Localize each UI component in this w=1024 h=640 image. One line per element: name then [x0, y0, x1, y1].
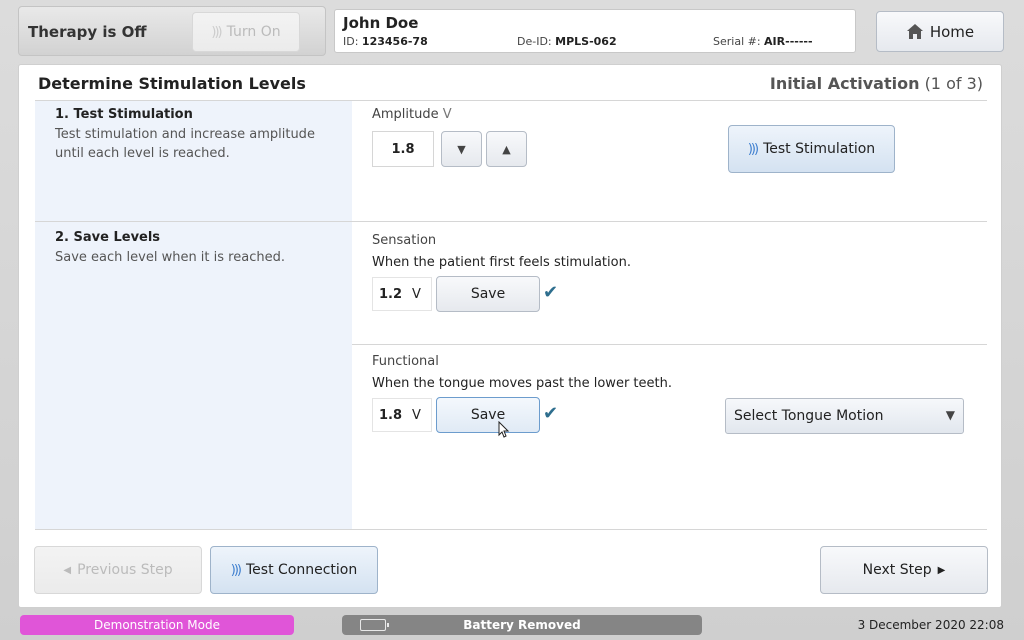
next-step-label: Next Step [862, 562, 932, 578]
stimulation-wave-icon: ))) [211, 24, 222, 40]
home-icon [906, 24, 923, 39]
step1-title: 1. Test Stimulation [55, 107, 193, 122]
caret-down-icon: ▼ [945, 408, 955, 422]
demonstration-mode-badge: Demonstration Mode [20, 615, 294, 635]
sensation-value: 1.2 [379, 286, 403, 302]
amplitude-label-text: Amplitude [372, 107, 439, 122]
test-stimulation-label: Test Stimulation [763, 141, 876, 157]
patient-id-value: 123456-78 [361, 35, 428, 48]
functional-label: Functional [372, 354, 439, 369]
mouse-pointer-icon [498, 421, 510, 438]
home-label: Home [929, 22, 975, 41]
patient-serial-label: Serial #: [713, 35, 761, 48]
demonstration-mode-text: Demonstration Mode [94, 618, 220, 632]
step2-title: 2. Save Levels [55, 230, 161, 245]
previous-step-button[interactable]: ◀ Previous Step [34, 546, 202, 594]
page-title: Determine Stimulation Levels [38, 74, 306, 93]
footer-divider [35, 529, 987, 530]
patient-deid-label: De-ID: [517, 35, 552, 48]
patient-serial: Serial #: AIR------ [713, 35, 813, 48]
activation-progress: Initial Activation (1 of 3) [770, 74, 983, 93]
functional-description: When the tongue moves past the lower tee… [372, 376, 672, 391]
save-sensation-label: Save [470, 286, 506, 302]
sensation-value-field: 1.2 V [372, 277, 432, 311]
test-connection-button[interactable]: ))) Test Connection [210, 546, 378, 594]
functional-value-field: 1.8 V [372, 398, 432, 432]
sensation-saved-check-icon: ✔ [543, 282, 559, 303]
previous-step-label: Previous Step [77, 562, 173, 578]
sensation-unit: V [412, 286, 421, 302]
tongue-motion-select-value: Select Tongue Motion [734, 408, 884, 424]
sensation-description: When the patient first feels stimulation… [372, 255, 631, 270]
next-step-button[interactable]: Next Step ▶ [820, 546, 988, 594]
triangle-down-icon: ▼ [457, 142, 466, 156]
patient-serial-value: AIR------ [764, 35, 813, 48]
home-button[interactable]: Home [876, 11, 1004, 52]
date-time: 3 December 2020 22:08 [857, 618, 1004, 632]
battery-status-text: Battery Removed [463, 618, 581, 632]
patient-deid: De-ID: MPLS-062 [517, 35, 617, 48]
patient-deid-value: MPLS-062 [555, 35, 617, 48]
step-divider [35, 221, 987, 222]
amplitude-increase-button[interactable]: ▲ [486, 131, 527, 167]
patient-id: ID: 123456-78 [343, 35, 428, 48]
amplitude-decrease-button[interactable]: ▼ [441, 131, 482, 167]
stimulation-wave-icon: ))) [230, 562, 242, 578]
progress-step: (1 of 3) [924, 74, 983, 93]
save-sensation-button[interactable]: Save [436, 276, 540, 312]
turn-on-label: Turn On [226, 24, 281, 40]
triangle-right-icon: ▶ [937, 564, 946, 576]
functional-unit: V [412, 407, 421, 423]
patient-id-label: ID: [343, 35, 359, 48]
test-connection-label: Test Connection [245, 562, 358, 578]
patient-name: John Doe [343, 14, 419, 32]
triangle-up-icon: ▲ [502, 142, 511, 156]
therapy-status-text: Therapy is Off [28, 23, 147, 41]
sensation-label: Sensation [372, 233, 437, 248]
patient-info-card: John Doe ID: 123456-78 De-ID: MPLS-062 S… [334, 9, 856, 53]
stimulation-wave-icon: ))) [747, 141, 759, 157]
battery-status-bar: Battery Removed [342, 615, 702, 635]
tongue-motion-select[interactable]: Select Tongue Motion ▼ [725, 398, 964, 434]
level-divider [352, 344, 987, 345]
step1-description: Test stimulation and increase amplitude … [55, 127, 315, 161]
functional-value: 1.8 [379, 407, 403, 423]
test-stimulation-button[interactable]: ))) Test Stimulation [728, 125, 895, 173]
progress-title: Initial Activation [769, 74, 920, 93]
amplitude-value: 1.8 [391, 141, 415, 157]
amplitude-unit: V [442, 107, 452, 122]
step2-description: Save each level when it is reached. [55, 250, 285, 265]
amplitude-value-field: 1.8 [372, 131, 434, 167]
save-functional-button[interactable]: Save [436, 397, 540, 433]
steps-column [35, 101, 352, 529]
amplitude-label: Amplitude V [372, 107, 452, 122]
triangle-left-icon: ◀ [63, 564, 72, 576]
turn-on-button[interactable]: ))) Turn On [192, 12, 300, 52]
functional-saved-check-icon: ✔ [543, 403, 559, 424]
main-panel: Determine Stimulation Levels Initial Act… [18, 64, 1002, 608]
